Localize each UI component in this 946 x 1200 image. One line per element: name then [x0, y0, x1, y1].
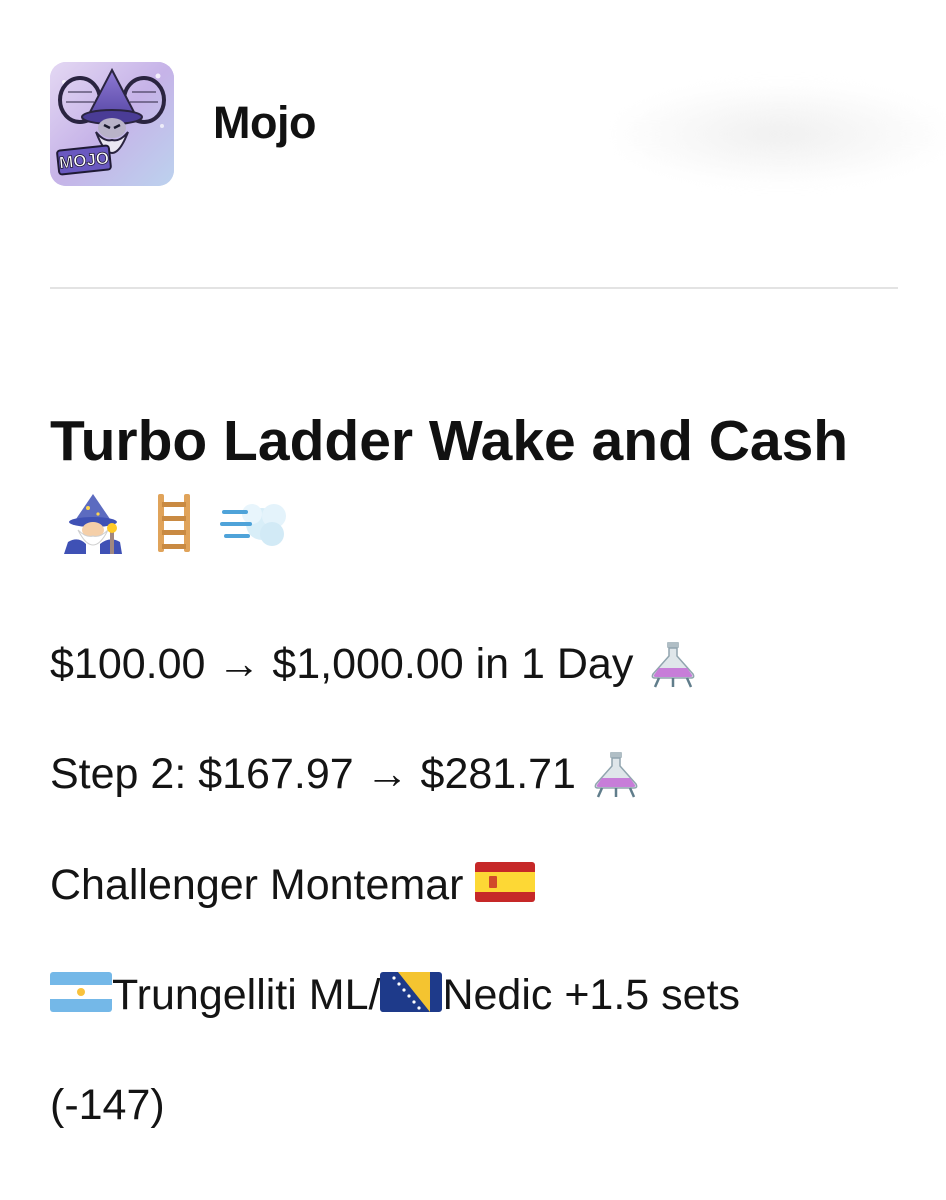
pick-player1: Trungelliti ML/ — [112, 971, 381, 1019]
header-divider — [50, 287, 898, 289]
argentina-flag-icon — [50, 972, 112, 1020]
ladder-goal-line: $100.00 → $1,000.00 in 1 Day — [50, 640, 701, 696]
flask-icon — [645, 640, 701, 696]
post-title: Turbo Ladder Wake and Cash — [50, 398, 850, 578]
pick-player2: Nedic +1.5 sets — [442, 971, 741, 1019]
post-header: MOJO Mojo — [50, 62, 946, 186]
pick-line: Trungelliti ML/ Nedic +1.5 sets — [50, 972, 740, 1020]
spain-flag-icon — [475, 862, 536, 910]
wizard-logo-icon: MOJO — [50, 62, 174, 186]
dash-wind-emoji-icon — [219, 504, 286, 546]
bosnia-flag-icon — [380, 972, 443, 1020]
author-avatar[interactable]: MOJO — [50, 62, 174, 186]
odds-text: (-147) — [50, 1081, 165, 1129]
odds-line: (-147) — [50, 1084, 165, 1127]
flask-icon — [588, 750, 644, 806]
author-name[interactable]: Mojo — [213, 100, 316, 145]
tournament-text: Challenger Montemar — [50, 861, 464, 909]
wizard-emoji-icon — [64, 494, 122, 554]
step-line: Step 2: $167.97 → $281.71 — [50, 750, 644, 806]
ladder-goal-text: $100.00 → $1,000.00 in 1 Day — [50, 640, 634, 688]
redacted-blur — [616, 84, 946, 184]
post-title-text: Turbo Ladder Wake and Cash — [50, 409, 849, 473]
ladder-emoji-icon — [157, 494, 190, 552]
title-emojis — [50, 492, 290, 578]
tournament-line: Challenger Montemar — [50, 861, 536, 910]
step-text: Step 2: $167.97 → $281.71 — [50, 750, 576, 798]
